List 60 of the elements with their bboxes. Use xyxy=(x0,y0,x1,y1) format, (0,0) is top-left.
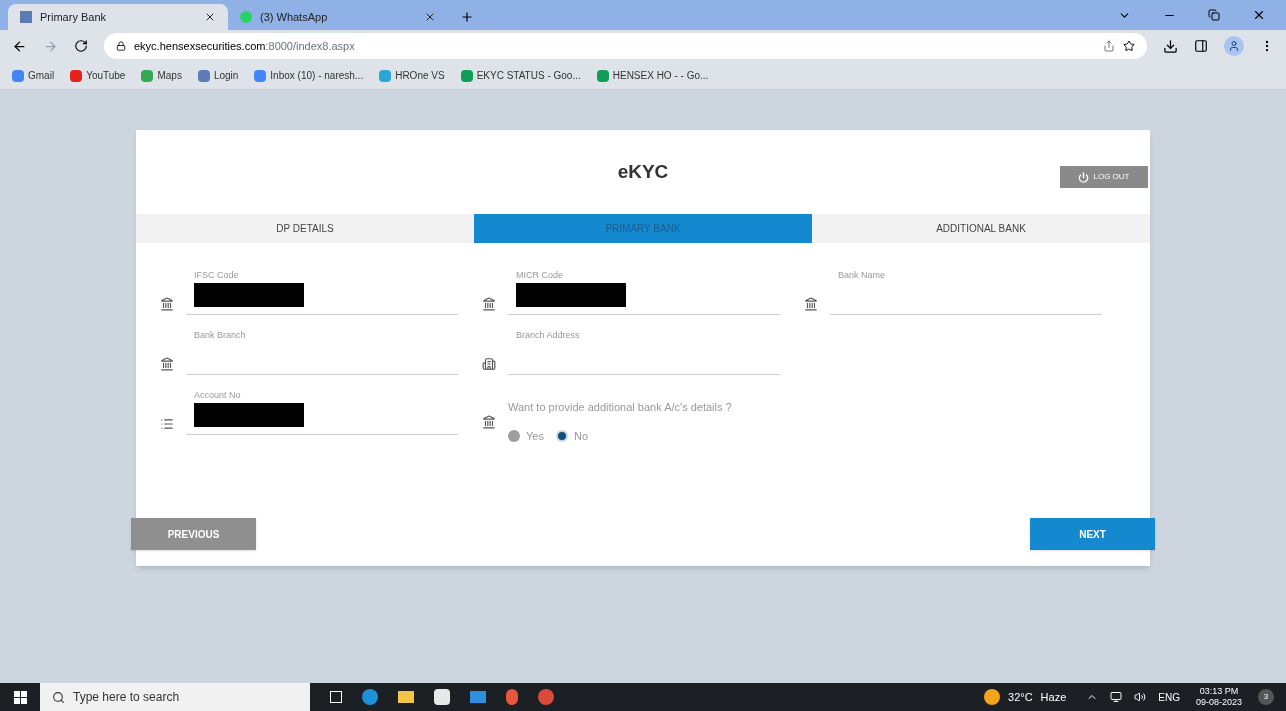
lock-icon xyxy=(116,41,126,51)
download-icon[interactable] xyxy=(1163,38,1178,54)
bookmark[interactable]: Login xyxy=(197,68,239,83)
bookmark[interactable]: Gmail xyxy=(12,68,55,83)
bank-icon xyxy=(482,297,496,311)
field-label: MICR Code xyxy=(516,269,563,282)
search-icon xyxy=(52,690,65,704)
share-icon[interactable] xyxy=(1103,40,1115,52)
clock-date: 09-08-2023 xyxy=(1195,697,1242,709)
bookmark[interactable]: Inbox (10) - naresh... xyxy=(254,68,364,83)
browser-tab[interactable]: Primary Bank xyxy=(8,4,228,30)
task-view-icon[interactable] xyxy=(330,691,342,703)
favicon-icon xyxy=(20,11,32,23)
bookmark[interactable]: HENSEX HO - - Go... xyxy=(596,68,709,83)
restore-icon[interactable] xyxy=(1208,9,1220,21)
notification-badge[interactable]: 3 xyxy=(1258,689,1274,705)
weather-text: Haze xyxy=(1040,689,1067,705)
reload-icon[interactable] xyxy=(74,39,88,53)
next-button[interactable]: NEXT xyxy=(1030,518,1155,550)
address-bar[interactable]: ekyc.hensexsecurities.com:8000/index8.aspx xyxy=(104,33,1147,59)
step-tab[interactable]: ADDITIONAL BANK xyxy=(812,214,1150,243)
bookmark[interactable]: HROne VS xyxy=(379,68,445,83)
tab-close-icon[interactable] xyxy=(424,11,436,23)
field-label: Bank Name xyxy=(838,269,886,282)
tab-close-icon[interactable] xyxy=(204,11,216,23)
clock-time: 03:13 PM xyxy=(1199,685,1239,697)
volume-icon[interactable] xyxy=(1134,691,1147,703)
page-title: eKYC xyxy=(617,159,669,184)
weather-icon xyxy=(984,689,1000,705)
building-icon xyxy=(482,357,496,371)
field-label: Branch Address xyxy=(516,329,580,342)
back-icon[interactable] xyxy=(12,38,27,54)
question-text: Want to provide additional bank A/c's details ? xyxy=(508,400,732,415)
profile-icon[interactable] xyxy=(1224,36,1244,56)
field-label: Account No xyxy=(194,389,241,402)
step-tab[interactable]: DP DETAILS xyxy=(136,214,474,243)
bank-icon xyxy=(804,297,818,311)
bookmark-star-icon[interactable] xyxy=(1123,40,1135,52)
bank-icon xyxy=(160,357,174,371)
bank-icon xyxy=(160,297,174,311)
new-tab-icon[interactable] xyxy=(460,10,474,24)
taskbar-search-field[interactable]: Type here to search xyxy=(40,683,310,711)
tab-title: (3) WhatsApp xyxy=(260,9,329,25)
field-label: Bank Branch xyxy=(194,329,246,342)
network-icon[interactable] xyxy=(1110,691,1123,703)
bookmark[interactable]: YouTube xyxy=(70,68,126,83)
favicon-icon xyxy=(240,11,252,23)
power-icon xyxy=(1078,171,1090,183)
temperature-text: 32°C xyxy=(1008,689,1033,705)
tab-title: Primary Bank xyxy=(40,9,108,25)
bank-icon xyxy=(482,415,496,429)
side-panel-icon[interactable] xyxy=(1194,39,1208,53)
close-icon[interactable] xyxy=(1252,8,1266,22)
field-label: IFSC Code xyxy=(194,269,239,282)
bookmark[interactable]: Maps xyxy=(141,68,182,83)
bookmark[interactable]: EKYC STATUS - Goo... xyxy=(460,68,581,83)
language-indicator[interactable]: ENG xyxy=(1158,689,1180,705)
url-text: ekyc.hensexsecurities.com:8000/index8.aspx xyxy=(134,38,356,54)
drop-icon[interactable] xyxy=(506,689,518,705)
list-icon xyxy=(160,417,174,431)
